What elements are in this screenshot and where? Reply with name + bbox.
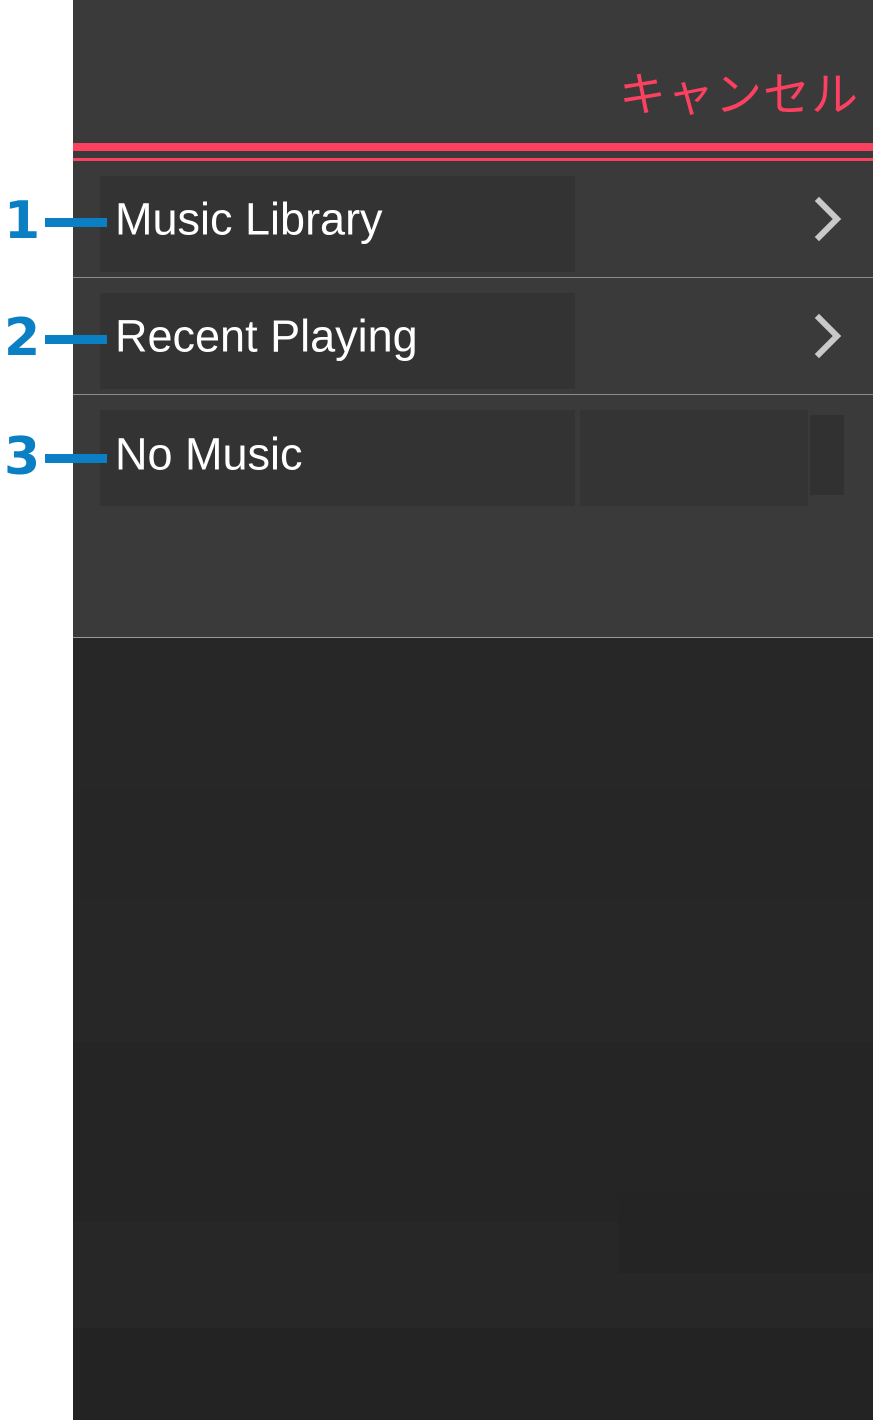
list-item-label: No Music: [115, 428, 303, 479]
annotation-number: 1: [4, 191, 41, 251]
chevron-right-icon: [813, 195, 843, 243]
music-source-list: Music Library Recent Playing No Music: [73, 161, 873, 512]
row-ghost-box-small: [810, 415, 844, 495]
list-item-recent-playing[interactable]: Recent Playing: [73, 278, 873, 395]
list-item-label: Recent Playing: [115, 310, 418, 362]
body-band: [618, 1193, 873, 1273]
annotation-number: 2: [4, 308, 41, 368]
row-ghost-box: [580, 410, 808, 506]
cancel-button[interactable]: キャンセル: [619, 72, 859, 119]
list-item-no-music[interactable]: No Music: [73, 395, 873, 512]
body-band: [73, 790, 873, 900]
sheet-header: キャンセル: [73, 0, 873, 143]
chevron-right-icon: [813, 312, 843, 360]
content-body: [73, 638, 873, 1420]
annotation-number: 3: [4, 427, 41, 487]
body-band: [73, 1328, 873, 1420]
list-item-label: Music Library: [115, 193, 383, 245]
app-surface: キャンセル Music Library Recent Playing No Mu…: [73, 0, 873, 1420]
list-item-music-library[interactable]: Music Library: [73, 161, 873, 278]
music-source-sheet: キャンセル Music Library Recent Playing No Mu…: [73, 0, 873, 638]
accent-rule-thick: [73, 143, 873, 151]
screenshot-root: キャンセル Music Library Recent Playing No Mu…: [0, 0, 873, 1420]
